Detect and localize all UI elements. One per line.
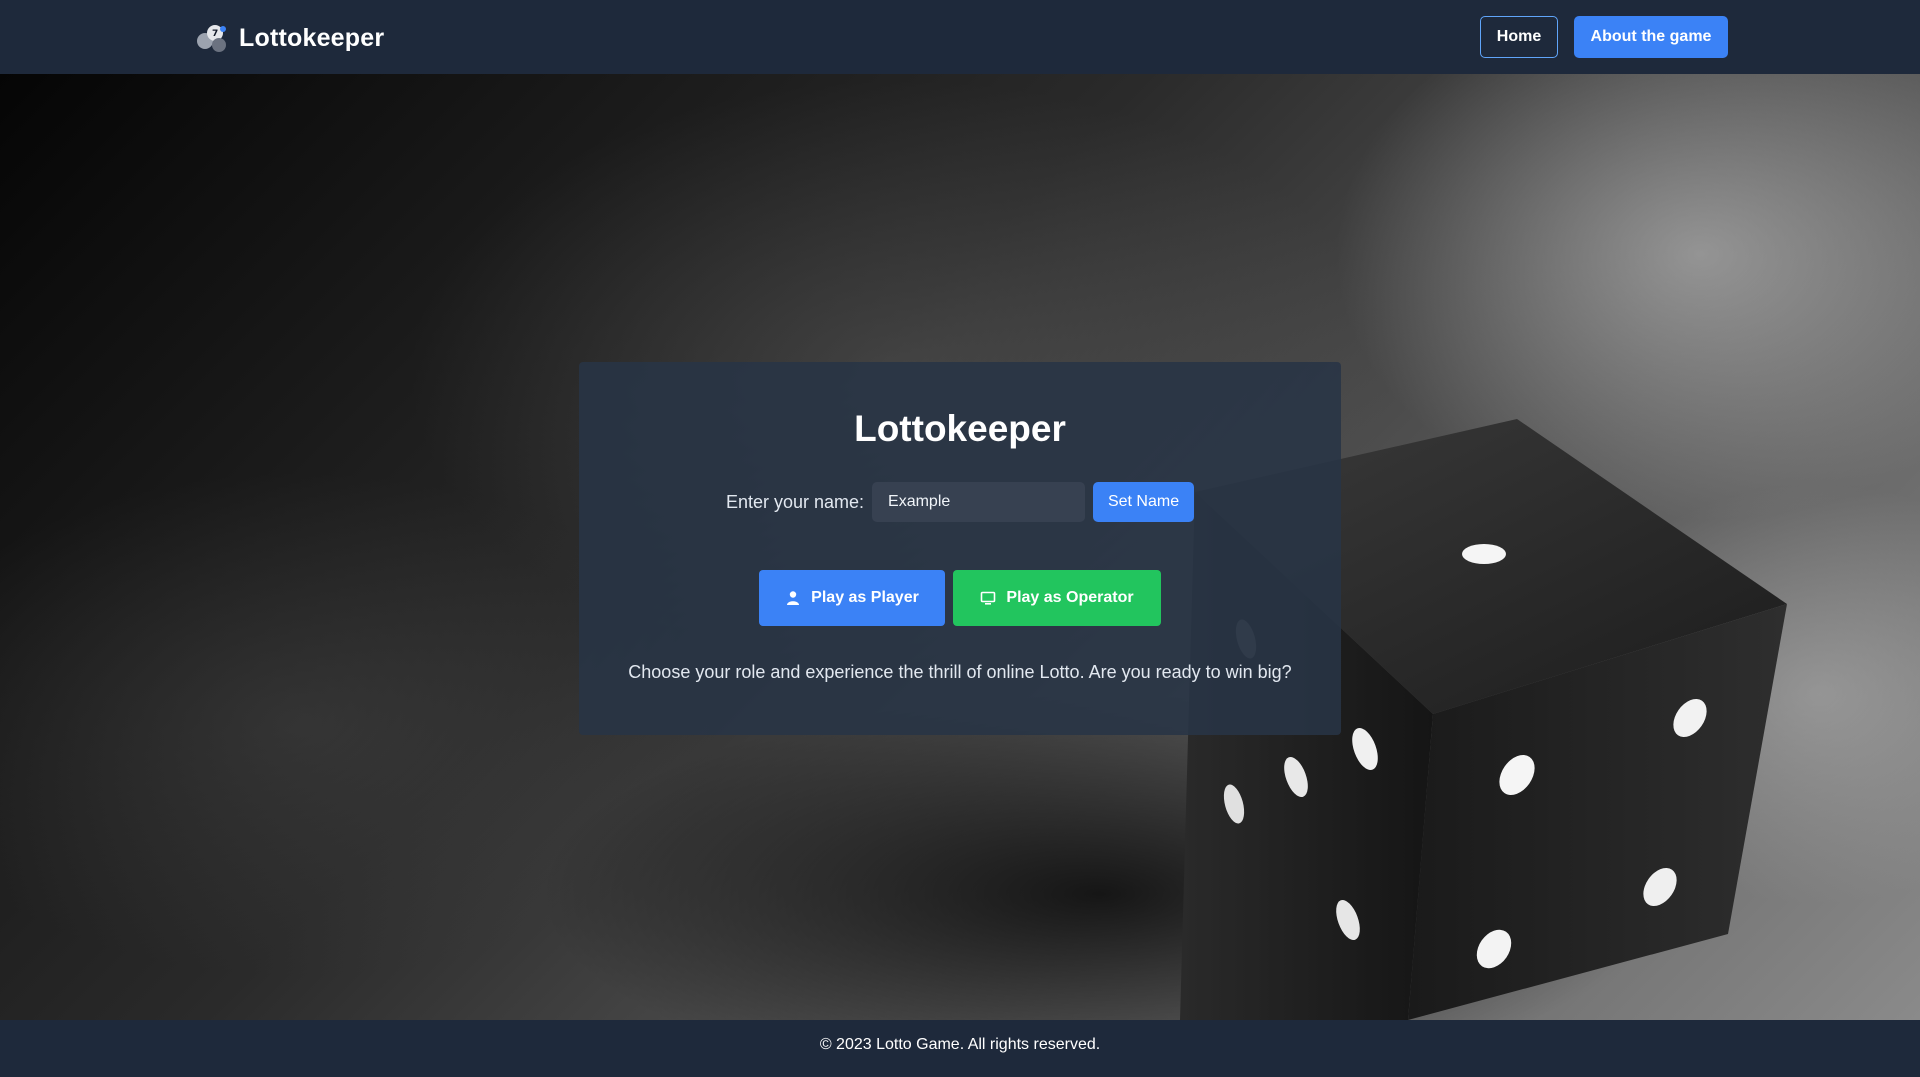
about-the-game-button[interactable]: About the game (1574, 16, 1728, 58)
play-as-player-button[interactable]: Play as Player (759, 570, 945, 626)
monitor-icon (981, 591, 996, 605)
copyright-text: © 2023 Lotto Game. All rights reserved. (819, 1035, 1101, 1053)
brand-name: Lottokeeper (239, 23, 385, 52)
navbar: 7 Lottokeeper Home About the game (0, 0, 1920, 74)
name-label: Enter your name: (725, 491, 865, 512)
welcome-card: Lottokeeper Enter your name: Set Name Pl… (579, 362, 1341, 735)
home-button[interactable]: Home (1480, 16, 1558, 58)
name-form: Enter your name: Set Name (579, 482, 1341, 522)
name-input[interactable] (872, 482, 1086, 522)
role-buttons: Play as Player Play as Operator (579, 570, 1341, 626)
svg-text:7: 7 (212, 29, 218, 39)
brand[interactable]: 7 Lottokeeper (195, 18, 384, 58)
play-as-player-label: Play as Player (811, 589, 919, 606)
footer: © 2023 Lotto Game. All rights reserved. (0, 1020, 1920, 1077)
tagline: Choose your role and experience the thri… (628, 662, 1292, 682)
card-title: Lottokeeper (854, 408, 1066, 449)
play-as-operator-button[interactable]: Play as Operator (953, 570, 1161, 626)
set-name-button[interactable]: Set Name (1093, 482, 1195, 522)
lotto-balls-logo-icon: 7 (197, 25, 226, 52)
user-icon (787, 591, 800, 605)
hero-background: Lottokeeper Enter your name: Set Name Pl… (0, 74, 1920, 1020)
play-as-operator-label: Play as Operator (1006, 589, 1134, 606)
